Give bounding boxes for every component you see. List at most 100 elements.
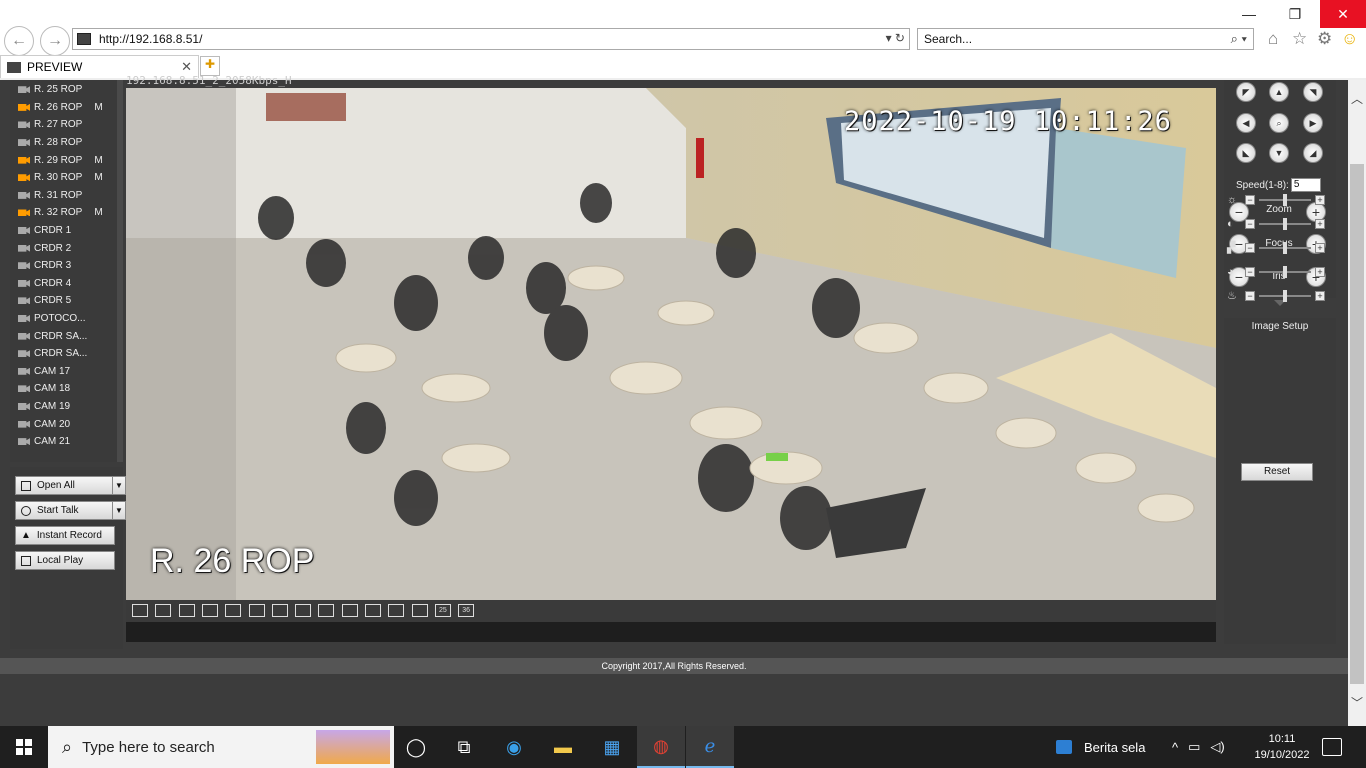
layout-button[interactable] — [411, 604, 428, 617]
start-talk-dropdown-icon[interactable]: ▼ — [112, 501, 126, 520]
feedback-smiley-icon[interactable]: ☺ — [1341, 29, 1358, 49]
device-item[interactable]: R. 27 ROP — [10, 116, 117, 134]
saturation-knob[interactable] — [1283, 242, 1287, 254]
internet-explorer-icon[interactable]: ℯ — [686, 726, 734, 768]
close-window-button[interactable]: ✕ — [1320, 0, 1366, 28]
device-item[interactable]: CAM 19 — [10, 398, 117, 416]
brightness-knob[interactable] — [1283, 194, 1287, 206]
layout-button[interactable] — [201, 604, 218, 617]
back-icon[interactable]: ← — [4, 26, 34, 56]
layout-button[interactable] — [248, 604, 265, 617]
device-item[interactable]: POTOCO... — [10, 310, 117, 328]
ptz-left-icon[interactable]: ◀ — [1236, 113, 1256, 133]
gain-decrease-button[interactable]: − — [1245, 291, 1255, 301]
brightness-increase-button[interactable]: + — [1315, 195, 1325, 205]
device-item[interactable]: CRDR 5 — [10, 292, 117, 310]
layout-button[interactable] — [155, 604, 172, 617]
device-item[interactable]: CRDR 2 — [10, 239, 117, 257]
ptz-down-right-icon[interactable]: ◢ — [1303, 143, 1323, 163]
taskbar-clock[interactable]: 10:11 19/10/2022 — [1252, 731, 1312, 763]
page-scrollbar[interactable]: ︿ ﹀ — [1348, 80, 1366, 726]
device-item[interactable]: CAM 17 — [10, 363, 117, 381]
local-play-button[interactable]: Local Play — [15, 551, 115, 570]
ptz-down-icon[interactable]: ▼ — [1269, 143, 1289, 163]
home-icon[interactable]: ⌂ — [1268, 29, 1278, 49]
settings-gear-icon[interactable]: ⚙ — [1317, 29, 1332, 49]
address-bar[interactable]: http://192.168.8.51/ ▾ ↻ — [72, 28, 910, 50]
device-item[interactable]: R. 29 ROP M — [10, 151, 117, 169]
device-item[interactable]: CRDR SA... — [10, 345, 117, 363]
edge-icon[interactable]: ◉ — [490, 726, 538, 768]
tab-close-icon[interactable]: ✕ — [181, 59, 192, 75]
device-item[interactable]: CAM 18 — [10, 380, 117, 398]
ptz-right-icon[interactable]: ▶ — [1303, 113, 1323, 133]
device-item[interactable]: R. 26 ROP M — [10, 99, 117, 117]
restore-icon[interactable]: ❐ — [1272, 0, 1318, 28]
brightness-decrease-button[interactable]: − — [1245, 195, 1255, 205]
device-item[interactable]: R. 30 ROP M — [10, 169, 117, 187]
start-button[interactable] — [0, 726, 48, 768]
device-item[interactable]: R. 25 ROP — [10, 81, 117, 99]
search-icon[interactable]: ⌕ ▾ — [1231, 31, 1247, 47]
device-item[interactable]: R. 28 ROP — [10, 134, 117, 152]
store-icon[interactable]: ▦ — [588, 726, 636, 768]
device-item[interactable]: R. 32 ROP M — [10, 204, 117, 222]
notification-icon[interactable] — [1322, 738, 1342, 756]
cortana-icon[interactable]: ◯ — [392, 726, 440, 768]
gain-slider[interactable]: ♨ − + — [1227, 290, 1333, 302]
volume-icon[interactable]: ◁) — [1210, 739, 1224, 755]
device-item[interactable]: CRDR 3 — [10, 257, 117, 275]
saturation-slider[interactable]: ▞ − + — [1227, 242, 1333, 254]
hue-decrease-button[interactable]: − — [1245, 267, 1255, 277]
hue-slider[interactable]: ◕ − + — [1227, 266, 1333, 278]
contrast-slider[interactable]: ◐ − + — [1227, 218, 1333, 230]
layout-button[interactable] — [178, 604, 195, 617]
open-all-dropdown-icon[interactable]: ▼ — [112, 476, 126, 495]
file-explorer-icon[interactable]: ▬ — [539, 726, 587, 768]
layout-button[interactable] — [318, 604, 335, 617]
minimize-icon[interactable]: — — [1226, 0, 1272, 28]
ptz-down-left-icon[interactable]: ◣ — [1236, 143, 1256, 163]
layout-button[interactable] — [365, 604, 381, 617]
video-viewport[interactable]: 2022-10-19 10:11:26 R. 26 ROP — [126, 88, 1216, 600]
open-all-button[interactable]: Open All ▼ — [15, 476, 126, 495]
device-item[interactable]: CAM 21 — [10, 433, 117, 451]
layout-button[interactable] — [225, 604, 242, 617]
layout-button[interactable] — [295, 604, 312, 617]
ptz-center-zoom-icon[interactable]: ⌕ — [1269, 113, 1289, 133]
layout-button[interactable]: 25 — [434, 604, 451, 617]
layout-button[interactable] — [388, 604, 405, 617]
contrast-increase-button[interactable]: + — [1315, 219, 1325, 229]
scroll-down-icon[interactable]: ﹀ — [1348, 694, 1366, 711]
start-talk-button[interactable]: Start Talk ▼ — [15, 501, 126, 520]
hue-increase-button[interactable]: + — [1315, 267, 1325, 277]
forward-icon[interactable]: → — [40, 26, 70, 56]
saturation-decrease-button[interactable]: − — [1245, 243, 1255, 253]
layout-button[interactable] — [271, 604, 288, 617]
contrast-knob[interactable] — [1283, 218, 1287, 230]
network-icon[interactable]: ▭ — [1188, 739, 1200, 755]
ptz-up-icon[interactable]: ▲ — [1269, 82, 1289, 102]
chrome-icon[interactable]: ◍ — [637, 726, 685, 768]
taskbar-search-box[interactable]: ⌕ Type here to search — [48, 726, 394, 768]
device-item[interactable]: CRDR 1 — [10, 222, 117, 240]
speed-select[interactable]: 5 — [1290, 178, 1321, 192]
news-widget[interactable]: Berita sela — [1056, 726, 1145, 768]
tray-chevron-icon[interactable]: ^ — [1172, 740, 1178, 755]
gain-increase-button[interactable]: + — [1315, 291, 1325, 301]
device-item[interactable]: CAM 20 — [10, 415, 117, 433]
brightness-slider[interactable]: ☼ − + — [1227, 194, 1333, 206]
saturation-increase-button[interactable]: + — [1315, 243, 1325, 253]
new-tab-icon[interactable]: ✚ — [200, 56, 220, 76]
ptz-up-right-icon[interactable]: ◥ — [1303, 82, 1323, 102]
task-view-icon[interactable]: ⧉ — [440, 726, 488, 768]
device-item[interactable]: CRDR SA... — [10, 327, 117, 345]
layout-button[interactable] — [341, 604, 358, 617]
favorites-star-icon[interactable]: ☆ — [1292, 29, 1307, 49]
scroll-thumb[interactable] — [1350, 164, 1364, 684]
hue-knob[interactable] — [1283, 266, 1287, 278]
device-item[interactable]: R. 31 ROP — [10, 187, 117, 205]
contrast-decrease-button[interactable]: − — [1245, 219, 1255, 229]
layout-button[interactable]: 36 — [458, 604, 475, 617]
gain-knob[interactable] — [1283, 290, 1287, 302]
